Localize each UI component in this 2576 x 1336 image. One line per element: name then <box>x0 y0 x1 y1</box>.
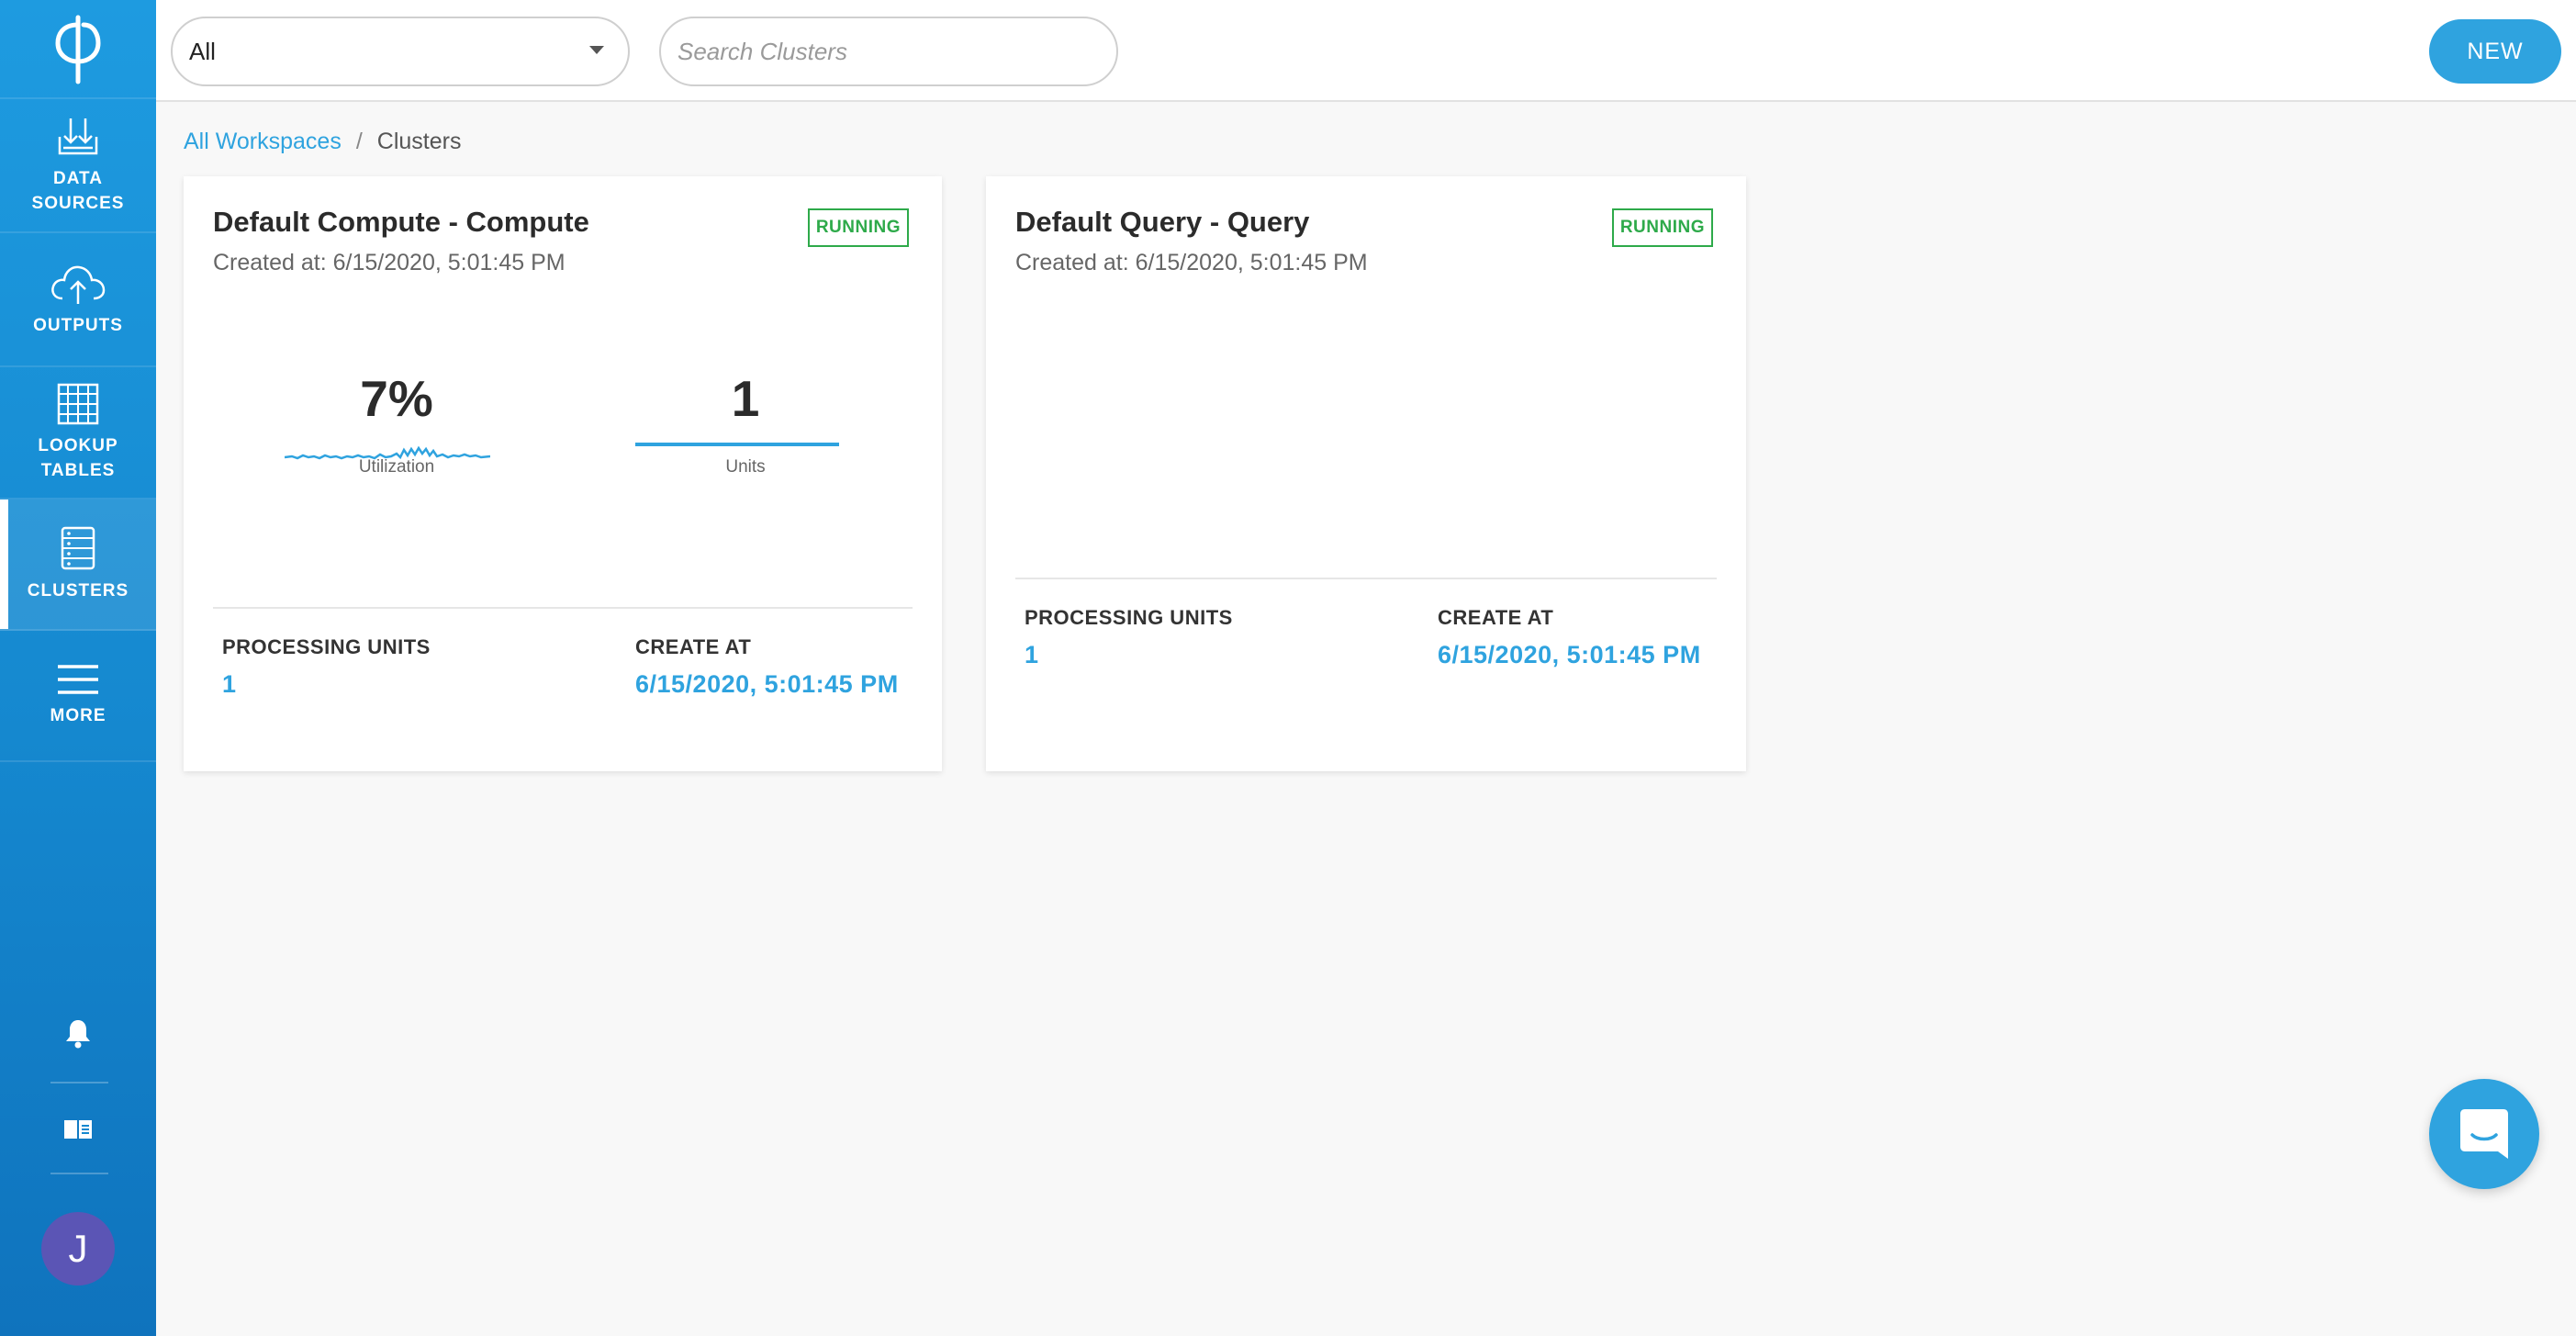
sidebar-item-label: MORE <box>50 706 106 725</box>
cluster-title: Default Query - Query <box>1015 206 1310 238</box>
card-divider <box>1015 578 1717 579</box>
notifications-button[interactable] <box>0 1005 156 1061</box>
cluster-card[interactable]: Default Query - Query Created at: 6/15/2… <box>986 176 1746 771</box>
processing-units-value: 1 <box>1025 641 1039 668</box>
units-label: Units <box>725 457 766 477</box>
sidebar-divider <box>50 1173 108 1174</box>
create-at-label: CREATE AT <box>635 635 752 658</box>
sidebar-item-lookup-tables[interactable]: LOOKUP TABLES <box>0 367 156 500</box>
new-button[interactable]: NEW <box>2429 19 2561 84</box>
cluster-created: Created at: 6/15/2020, 5:01:45 PM <box>1015 250 1368 275</box>
cluster-title: Default Compute - Compute <box>213 206 589 238</box>
chat-button[interactable] <box>2429 1079 2539 1189</box>
cluster-created: Created at: 6/15/2020, 5:01:45 PM <box>213 250 566 275</box>
utilization-sparkline <box>285 445 490 460</box>
processing-units-value: 1 <box>222 670 237 698</box>
breadcrumb-all-workspaces[interactable]: All Workspaces <box>184 129 342 155</box>
units-value: 1 <box>731 370 760 427</box>
avatar-initial: J <box>68 1227 88 1270</box>
cloud-upload-icon <box>51 265 106 304</box>
grid-table-icon <box>57 383 99 425</box>
workspace-select-value: All <box>189 37 216 65</box>
sidebar-item-data-sources[interactable]: DATA SOURCES <box>0 99 156 233</box>
sidebar-item-label: OUTPUTS <box>33 315 123 335</box>
top-bar: All NEW <box>156 0 2576 102</box>
sidebar-item-label: CLUSTERS <box>27 581 129 601</box>
chat-bubble-icon <box>2460 1109 2508 1159</box>
create-at-value: 6/15/2020, 5:01:45 PM <box>1438 641 1701 668</box>
sidebar: DATA SOURCES OUTPUTS LOOKUP TABLES CLUST… <box>0 0 156 1336</box>
avatar[interactable]: J <box>41 1212 115 1285</box>
sidebar-item-label: LOOKUP TABLES <box>38 436 118 480</box>
workspace-select[interactable]: All <box>171 17 630 86</box>
bell-icon <box>66 1020 90 1049</box>
utilization-value: 7% <box>360 370 433 427</box>
sidebar-item-more[interactable]: MORE <box>0 631 156 762</box>
sidebar-item-outputs[interactable]: OUTPUTS <box>0 233 156 367</box>
sidebar-divider <box>50 1082 108 1083</box>
phi-logo-icon[interactable] <box>0 0 156 99</box>
breadcrumb-current: Clusters <box>376 129 462 154</box>
units-metric: 1 Units <box>635 373 856 477</box>
docs-button[interactable] <box>0 1102 156 1157</box>
units-line <box>635 443 839 446</box>
breadcrumb: All Workspaces / Clusters <box>184 129 461 155</box>
data-sources-icon <box>58 118 98 155</box>
sidebar-item-label: DATA SOURCES <box>31 169 125 213</box>
card-divider <box>213 607 913 609</box>
caret-down-icon <box>589 46 604 54</box>
search-input[interactable] <box>659 17 1118 86</box>
breadcrumb-separator: / <box>355 129 363 154</box>
status-badge: RUNNING <box>1611 208 1713 247</box>
cluster-card[interactable]: Default Compute - Compute Created at: 6/… <box>184 176 942 771</box>
hamburger-icon <box>58 665 98 694</box>
status-badge: RUNNING <box>807 208 909 247</box>
sidebar-item-clusters[interactable]: CLUSTERS <box>0 500 156 631</box>
create-at-label: CREATE AT <box>1438 606 1554 629</box>
server-icon <box>61 526 95 570</box>
processing-units-label: PROCESSING UNITS <box>222 635 431 658</box>
create-at-value: 6/15/2020, 5:01:45 PM <box>635 670 899 698</box>
book-icon <box>64 1120 92 1139</box>
processing-units-label: PROCESSING UNITS <box>1025 606 1233 629</box>
